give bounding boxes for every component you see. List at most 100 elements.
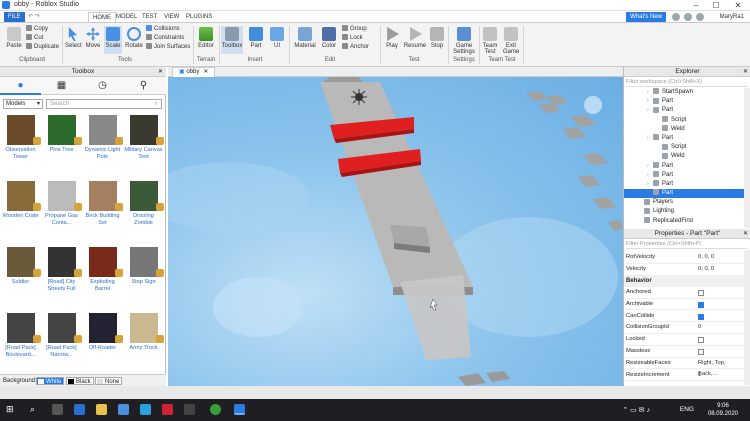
play-button[interactable]: Play (384, 27, 400, 49)
paste-button[interactable]: Paste (4, 27, 24, 49)
explorer-tree-row[interactable]: ReplicatedFirst (624, 217, 744, 226)
toolbox-item[interactable]: Pine Tree (41, 113, 82, 167)
toolbox-item[interactable]: [Road Pack] Narrow... (41, 311, 82, 365)
app-icon[interactable] (184, 404, 195, 415)
language-indicator[interactable]: ENG (680, 406, 694, 413)
toolbox-item[interactable]: Military Canvas Tent (123, 113, 164, 167)
toolbox-item[interactable]: Exploding Barrel (82, 245, 123, 299)
collisions-toggle[interactable]: Collisions (146, 25, 192, 34)
duplicate-button[interactable]: Duplicate (26, 43, 60, 52)
explorer-scrollbar[interactable] (744, 88, 750, 228)
tab-view[interactable]: VIEW (160, 12, 183, 22)
toolbox-button[interactable]: Toolbox (221, 26, 243, 54)
toolbox-item[interactable]: [Road Pack] Boulevard... (0, 311, 41, 365)
mail-icon[interactable] (118, 404, 129, 415)
search-input[interactable]: Search ⌕ (46, 99, 162, 109)
part-button[interactable]: Part (247, 27, 265, 49)
close-icon[interactable]: ✕ (203, 69, 208, 75)
tab-obby[interactable]: ▣ obby ✕ (172, 67, 216, 77)
join-surfaces-toggle[interactable]: Join Surfaces (146, 43, 192, 52)
property-checkbox[interactable] (698, 337, 704, 344)
property-row[interactable]: RotVelocity 0, 0, 0 (626, 252, 746, 264)
tab-plugins[interactable]: PLUGINS (182, 12, 216, 22)
property-row[interactable]: Massless (626, 346, 746, 358)
property-checkbox[interactable] (698, 290, 704, 296)
file-explorer-icon[interactable] (96, 404, 107, 415)
close-icon[interactable]: ✕ (743, 229, 748, 239)
rotate-tool-button[interactable]: Rotate (124, 27, 144, 49)
property-row[interactable]: ResizeableFaces Right, Top, Back,... (626, 358, 746, 377)
properties-scrollbar[interactable] (744, 250, 750, 385)
tab-test[interactable]: TEST (138, 12, 161, 22)
close-icon[interactable]: ✕ (158, 67, 163, 77)
3d-viewport[interactable] (168, 77, 623, 386)
store-icon[interactable] (140, 404, 151, 415)
property-checkbox[interactable] (698, 349, 704, 355)
explorer-tree-row[interactable]: › StartSpawn (624, 88, 744, 97)
property-value[interactable]: 0 (698, 322, 701, 334)
bg-option-white[interactable]: White (36, 377, 65, 385)
toolbox-item[interactable]: [Road] City Streets Full (41, 245, 82, 299)
toolbox-item[interactable]: Brick Building Set (82, 179, 123, 233)
explorer-tree-row[interactable]: › Part (624, 161, 744, 171)
property-row[interactable]: CanCollide (626, 311, 746, 323)
maximize-button[interactable]: ☐ (708, 0, 724, 11)
explorer-tree-row[interactable]: › Part (624, 180, 744, 189)
property-checkbox[interactable] (698, 301, 704, 308)
tray-icons[interactable]: ⌃ ▭ ✉ ♪ (622, 406, 650, 414)
notification-icon[interactable] (684, 13, 692, 21)
explorer-filter-input[interactable]: Filter workspace (Ctrl+Shift+X) (626, 78, 748, 87)
explorer-tree-row[interactable]: Script (624, 143, 744, 152)
minimize-button[interactable]: – (688, 0, 704, 11)
toolbox-item[interactable]: Off-Roader (82, 311, 123, 365)
behavior-section-header[interactable]: Behavior (624, 276, 746, 287)
properties-filter-input[interactable]: Filter Properties (Ctrl+Shift+P) (626, 240, 748, 249)
tab-creations[interactable]: ⚲ (123, 77, 164, 95)
property-row[interactable]: Archivable (626, 299, 746, 311)
toolbox-item[interactable]: Propane Gas Conta... (41, 179, 82, 233)
property-row[interactable]: Anchored (626, 287, 746, 299)
property-value[interactable]: 1 (698, 370, 701, 382)
close-icon[interactable]: ✕ (743, 67, 748, 77)
quick-access-toolbar[interactable]: ↶ ↷ (22, 12, 46, 22)
cut-button[interactable]: Cut (26, 34, 60, 43)
avatar[interactable] (696, 13, 704, 21)
toolbox-item[interactable]: Drooling Zombie (123, 179, 164, 233)
edge-icon[interactable] (74, 404, 85, 415)
explorer-tree-row[interactable]: › Part (624, 171, 744, 180)
team-test-button[interactable]: Team Test (481, 27, 499, 55)
tab-model[interactable]: MODEL (112, 12, 141, 22)
username[interactable]: MaryRa1 (720, 12, 744, 22)
constraints-toggle[interactable]: Constraints (146, 34, 192, 43)
search-icon[interactable]: ⌕ (30, 404, 41, 415)
ui-button[interactable]: UI (268, 27, 286, 49)
toolbox-item[interactable]: Soldier (0, 245, 41, 299)
explorer-tree-row[interactable]: Script (624, 115, 744, 125)
toolbox-item[interactable]: Observation Tower (0, 113, 41, 167)
tab-marketplace[interactable]: ● (0, 77, 41, 95)
task-view-icon[interactable] (52, 404, 63, 415)
toolbox-item[interactable]: Army Truck (123, 311, 164, 365)
clock[interactable]: 9:06 08.09.2020 (708, 402, 738, 418)
material-button[interactable]: Material (293, 27, 317, 49)
roblox-studio-taskbar-icon[interactable] (234, 404, 245, 415)
property-row[interactable]: Locked (626, 334, 746, 346)
close-button[interactable]: ✕ (730, 0, 746, 11)
select-tool-button[interactable]: Select (65, 27, 82, 49)
chrome-icon[interactable] (210, 404, 221, 415)
category-dropdown[interactable]: Models ▾ (3, 99, 43, 109)
stop-button[interactable]: Stop (429, 27, 445, 49)
property-checkbox[interactable] (698, 313, 704, 320)
bg-option-black[interactable]: Black (66, 377, 94, 385)
scale-tool-button[interactable]: Scale (104, 26, 122, 54)
property-row[interactable]: Velocity 0, 0, 0 (626, 264, 746, 276)
terrain-editor-button[interactable]: Editor (196, 27, 216, 49)
whats-new-button[interactable]: What's New (626, 12, 666, 22)
explorer-tree-row[interactable]: › Part (624, 189, 744, 199)
copy-button[interactable]: Copy (26, 25, 60, 34)
explorer-tree-row[interactable]: › Part (624, 97, 744, 106)
explorer-tree-row[interactable]: › Part (624, 106, 744, 115)
tab-recent[interactable]: ◷ (82, 77, 123, 95)
color-button[interactable]: Color (320, 27, 338, 49)
explorer-tree-row[interactable]: Weld (624, 152, 744, 161)
